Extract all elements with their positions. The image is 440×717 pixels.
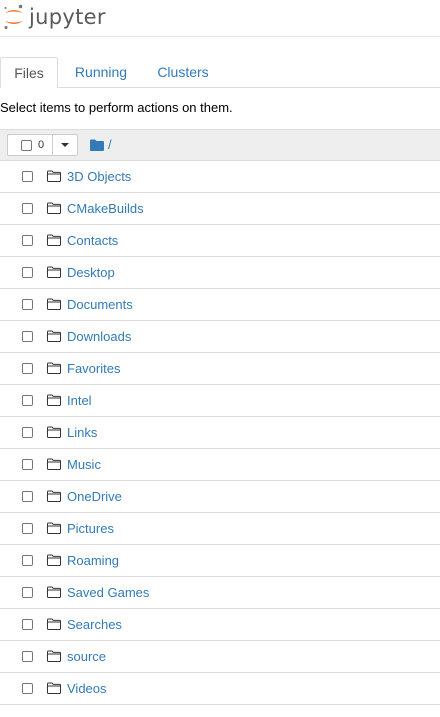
folder-icon [47,394,61,406]
folder-icon [47,202,61,214]
item-checkbox[interactable] [22,587,33,598]
folder-icon [47,554,61,566]
folder-icon [47,234,61,246]
item-name-link[interactable]: Favorites [67,361,120,376]
list-item[interactable]: source [0,641,440,673]
folder-icon [47,330,61,342]
file-list-header: 0 / [0,129,440,161]
breadcrumb-root[interactable]: / [108,138,112,152]
folder-icon [47,650,61,662]
list-item[interactable]: Favorites [0,353,440,385]
list-item[interactable]: Documents [0,289,440,321]
list-item[interactable]: Music [0,449,440,481]
folder-icon [47,682,61,694]
folder-icon [47,522,61,534]
list-item[interactable]: OneDrive [0,481,440,513]
tab-clusters[interactable]: Clusters [146,57,220,88]
item-checkbox[interactable] [22,171,33,182]
item-checkbox[interactable] [22,651,33,662]
item-checkbox[interactable] [22,427,33,438]
item-checkbox[interactable] [22,395,33,406]
folder-icon [47,266,61,278]
item-name-link[interactable]: Downloads [67,329,131,344]
item-checkbox[interactable] [22,491,33,502]
folder-icon [47,298,61,310]
item-name-link[interactable]: 3D Objects [67,169,131,184]
chevron-down-icon [61,143,70,147]
item-name-link[interactable]: Roaming [67,553,119,568]
item-name-link[interactable]: Saved Games [67,585,149,600]
list-item[interactable]: 3D Objects [0,161,440,193]
jupyter-logo-icon [4,4,23,29]
item-checkbox[interactable] [22,523,33,534]
item-name-link[interactable]: Videos [67,681,107,696]
list-item[interactable]: Pictures [0,513,440,545]
jupyter-logo[interactable]: jupyter [3,4,106,30]
instructions-text: Select items to perform actions on them. [0,100,233,115]
item-name-link[interactable]: Links [67,425,97,440]
folder-icon [47,170,61,182]
select-menu-toggle[interactable] [53,135,77,155]
item-checkbox[interactable] [22,619,33,630]
item-checkbox[interactable] [22,683,33,694]
folder-icon [47,490,61,502]
item-name-link[interactable]: Searches [67,617,122,632]
tab-running[interactable]: Running [64,57,138,88]
select-all-group: 0 [7,134,79,156]
item-name-link[interactable]: Music [67,457,101,472]
item-checkbox[interactable] [22,203,33,214]
file-list: 3D Objects CMakeBuilds Contacts Desktop Docu… [0,161,440,705]
logo-text: jupyter [29,5,106,29]
list-item[interactable]: Contacts [0,225,440,257]
item-checkbox[interactable] [22,459,33,470]
list-item[interactable]: Downloads [0,321,440,353]
tab-bar: Files Running Clusters [0,57,440,88]
item-checkbox[interactable] [22,555,33,566]
list-item[interactable]: Saved Games [0,577,440,609]
item-name-link[interactable]: source [67,649,106,664]
selected-count: 0 [38,139,45,151]
folder-icon [47,586,61,598]
item-name-link[interactable]: Contacts [67,233,118,248]
list-item[interactable]: Roaming [0,545,440,577]
list-item[interactable]: CMakeBuilds [0,193,440,225]
item-name-link[interactable]: Desktop [67,265,115,280]
list-item[interactable]: Searches [0,609,440,641]
item-name-link[interactable]: CMakeBuilds [67,201,144,216]
item-checkbox[interactable] [22,363,33,374]
item-name-link[interactable]: Intel [67,393,92,408]
item-checkbox[interactable] [22,299,33,310]
folder-icon [47,426,61,438]
folder-home-icon[interactable] [90,139,104,151]
item-checkbox[interactable] [22,331,33,342]
item-checkbox[interactable] [22,267,33,278]
folder-icon [47,618,61,630]
select-all-button[interactable]: 0 [8,135,54,155]
list-item[interactable]: Videos [0,673,440,705]
header: jupyter [0,0,440,37]
item-name-link[interactable]: Documents [67,297,133,312]
tab-files[interactable]: Files [0,57,58,88]
item-checkbox[interactable] [22,235,33,246]
item-name-link[interactable]: Pictures [67,521,114,536]
breadcrumb: / [90,138,112,152]
folder-icon [47,458,61,470]
select-all-checkbox[interactable] [21,139,32,151]
folder-icon [47,362,61,374]
list-item[interactable]: Links [0,417,440,449]
item-name-link[interactable]: OneDrive [67,489,122,504]
list-item[interactable]: Desktop [0,257,440,289]
list-item[interactable]: Intel [0,385,440,417]
